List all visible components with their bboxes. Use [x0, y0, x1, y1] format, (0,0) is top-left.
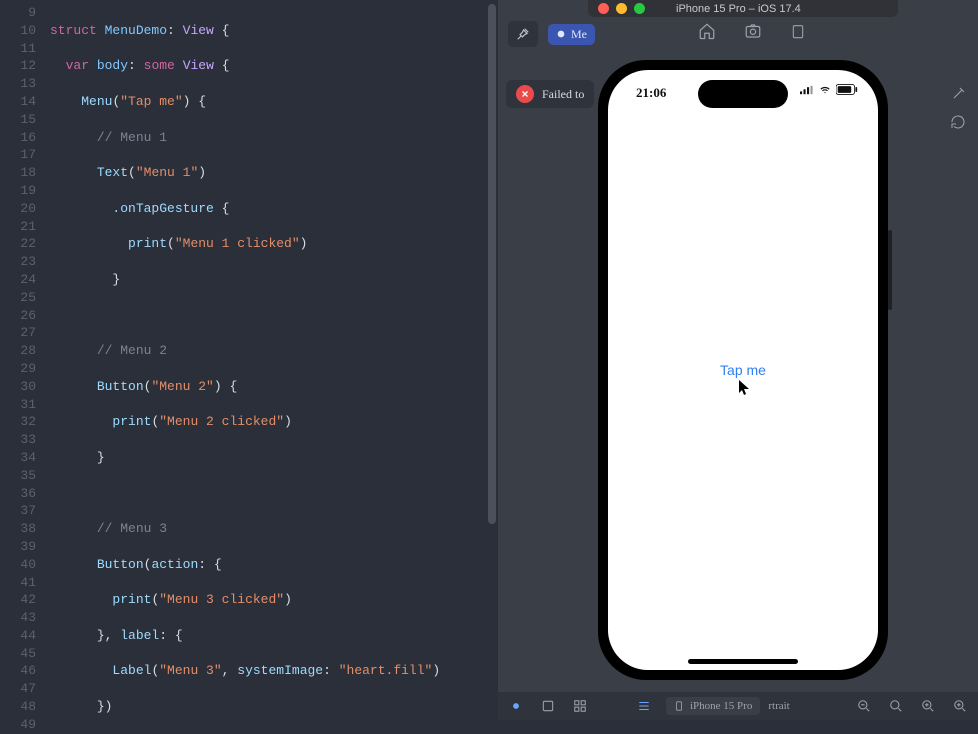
zoom-actual-icon[interactable]: [918, 696, 938, 716]
wifi-icon: [818, 85, 832, 95]
screenshot-icon[interactable]: [744, 22, 762, 40]
simulator-device: 21:06 Tap me: [598, 60, 888, 680]
variants-icon[interactable]: [570, 696, 590, 716]
battery-icon: [836, 84, 858, 95]
refresh-icon[interactable]: [944, 108, 972, 136]
pin-button[interactable]: [508, 21, 538, 47]
code-editor[interactable]: struct MenuDemo: View { var body: some V…: [46, 0, 498, 720]
simulator-screen[interactable]: 21:06 Tap me: [608, 70, 878, 670]
close-icon[interactable]: [598, 3, 609, 14]
zoom-in-icon[interactable]: [950, 696, 970, 716]
wand-icon[interactable]: [944, 80, 972, 108]
zoom-icon[interactable]: [634, 3, 645, 14]
share-icon[interactable]: [790, 22, 806, 40]
home-indicator[interactable]: [688, 659, 798, 664]
cellular-icon: [800, 85, 814, 95]
zoom-out-icon[interactable]: [854, 696, 874, 716]
tap-me-button[interactable]: Tap me: [720, 362, 766, 378]
status-clock: 21:06: [636, 85, 666, 101]
error-banner[interactable]: Failed to: [506, 80, 594, 108]
minimize-icon[interactable]: [616, 3, 627, 14]
device-selector[interactable]: iPhone 15 Pro: [666, 697, 760, 715]
device-settings-icon[interactable]: [634, 696, 654, 716]
preview-bottombar: iPhone 15 Pro rtrait: [498, 692, 978, 720]
side-button[interactable]: [888, 230, 892, 310]
simulator-titlebar[interactable]: iPhone 15 Pro – iOS 17.4: [588, 0, 898, 17]
live-button[interactable]: [506, 696, 526, 716]
zoom-fit-icon[interactable]: [886, 696, 906, 716]
editor-scrollbar[interactable]: [486, 0, 498, 720]
dynamic-island: [698, 80, 788, 108]
preview-chip[interactable]: Me: [548, 24, 595, 45]
error-icon: [516, 85, 534, 103]
simulator-title: iPhone 15 Pro – iOS 17.4: [676, 3, 801, 15]
cursor-icon: [739, 380, 751, 396]
line-number-gutter: 9101112131415161718192021222324252627282…: [0, 0, 46, 720]
orientation-label: rtrait: [768, 700, 789, 712]
selectable-icon[interactable]: [538, 696, 558, 716]
home-icon[interactable]: [698, 22, 716, 40]
status-icons: [800, 84, 858, 95]
preview-panel: iPhone 15 Pro – iOS 17.4 Me Failed to 21…: [498, 0, 978, 720]
